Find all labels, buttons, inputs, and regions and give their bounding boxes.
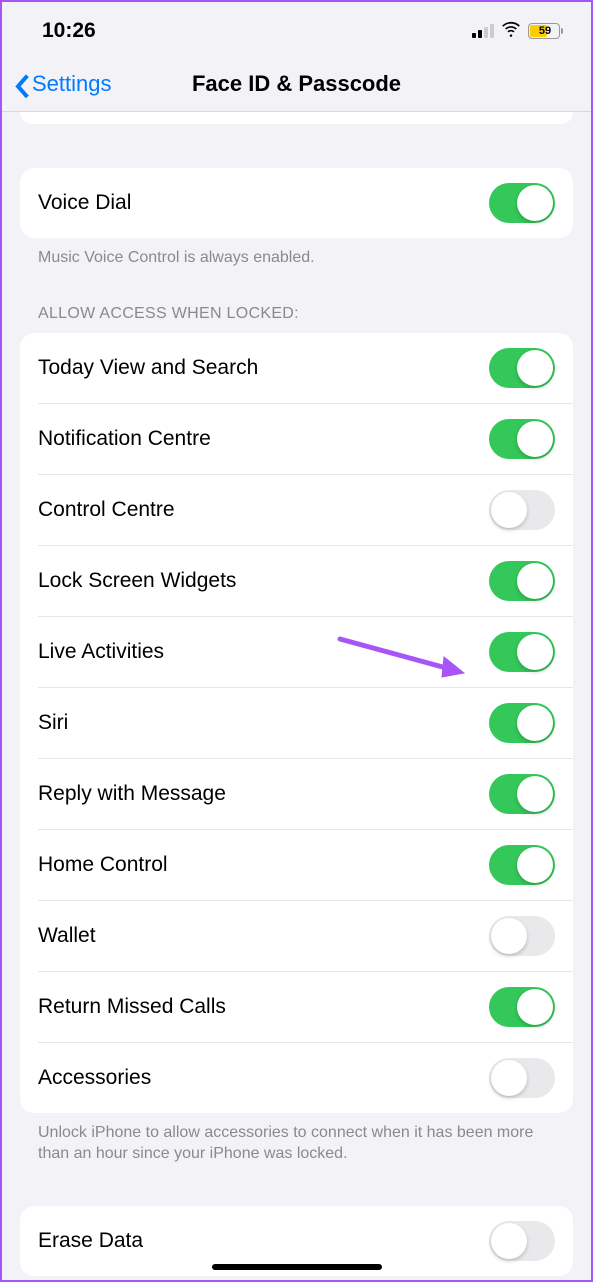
label-live-activities: Live Activities xyxy=(38,640,164,664)
previous-section-stub xyxy=(20,112,573,124)
battery-indicator: 59 xyxy=(528,23,563,39)
label-wallet: Wallet xyxy=(38,924,96,948)
row-today-view-and-search: Today View and Search xyxy=(20,333,573,403)
label-notification-centre: Notification Centre xyxy=(38,427,211,451)
status-indicators: 59 xyxy=(472,19,563,44)
label-accessories: Accessories xyxy=(38,1066,151,1090)
erase-data-toggle[interactable] xyxy=(489,1221,555,1261)
toggle-notification-centre[interactable] xyxy=(489,419,555,459)
row-accessories: Accessories xyxy=(38,1042,573,1113)
back-button[interactable]: Settings xyxy=(14,71,112,97)
toggle-lock-screen-widgets[interactable] xyxy=(489,561,555,601)
row-wallet: Wallet xyxy=(38,900,573,971)
row-notification-centre: Notification Centre xyxy=(38,403,573,474)
erase-data-label: Erase Data xyxy=(38,1229,143,1253)
voice-dial-footer: Music Voice Control is always enabled. xyxy=(20,238,573,269)
voice-dial-section: Voice Dial xyxy=(20,168,573,238)
toggle-wallet[interactable] xyxy=(489,916,555,956)
allow-access-footer: Unlock iPhone to allow accessories to co… xyxy=(20,1113,573,1165)
cellular-signal-icon xyxy=(472,24,494,38)
label-reply-with-message: Reply with Message xyxy=(38,782,226,806)
row-live-activities: Live Activities xyxy=(38,616,573,687)
status-time: 10:26 xyxy=(42,19,96,43)
navigation-bar: Settings Face ID & Passcode xyxy=(2,56,591,112)
row-control-centre: Control Centre xyxy=(38,474,573,545)
voice-dial-toggle[interactable] xyxy=(489,183,555,223)
toggle-reply-with-message[interactable] xyxy=(489,774,555,814)
label-home-control: Home Control xyxy=(38,853,168,877)
toggle-today-view-and-search[interactable] xyxy=(489,348,555,388)
voice-dial-row: Voice Dial xyxy=(20,168,573,238)
back-label: Settings xyxy=(32,71,112,97)
voice-dial-label: Voice Dial xyxy=(38,191,131,215)
label-siri: Siri xyxy=(38,711,68,735)
row-home-control: Home Control xyxy=(38,829,573,900)
page-title: Face ID & Passcode xyxy=(192,71,401,97)
toggle-live-activities[interactable] xyxy=(489,632,555,672)
toggle-accessories[interactable] xyxy=(489,1058,555,1098)
allow-access-section: Today View and Search Notification Centre… xyxy=(20,333,573,1113)
toggle-return-missed-calls[interactable] xyxy=(489,987,555,1027)
row-return-missed-calls: Return Missed Calls xyxy=(38,971,573,1042)
label-control-centre: Control Centre xyxy=(38,498,175,522)
status-bar: 10:26 59 xyxy=(2,2,591,56)
label-today-view-and-search: Today View and Search xyxy=(38,356,258,380)
toggle-control-centre[interactable] xyxy=(489,490,555,530)
toggle-home-control[interactable] xyxy=(489,845,555,885)
wifi-icon xyxy=(501,19,521,44)
row-lock-screen-widgets: Lock Screen Widgets xyxy=(38,545,573,616)
chevron-left-icon xyxy=(14,73,30,95)
label-lock-screen-widgets: Lock Screen Widgets xyxy=(38,569,236,593)
label-return-missed-calls: Return Missed Calls xyxy=(38,995,226,1019)
toggle-siri[interactable] xyxy=(489,703,555,743)
allow-access-header: ALLOW ACCESS WHEN LOCKED: xyxy=(20,269,573,333)
row-siri: Siri xyxy=(38,687,573,758)
home-indicator[interactable] xyxy=(212,1264,382,1270)
row-reply-with-message: Reply with Message xyxy=(38,758,573,829)
